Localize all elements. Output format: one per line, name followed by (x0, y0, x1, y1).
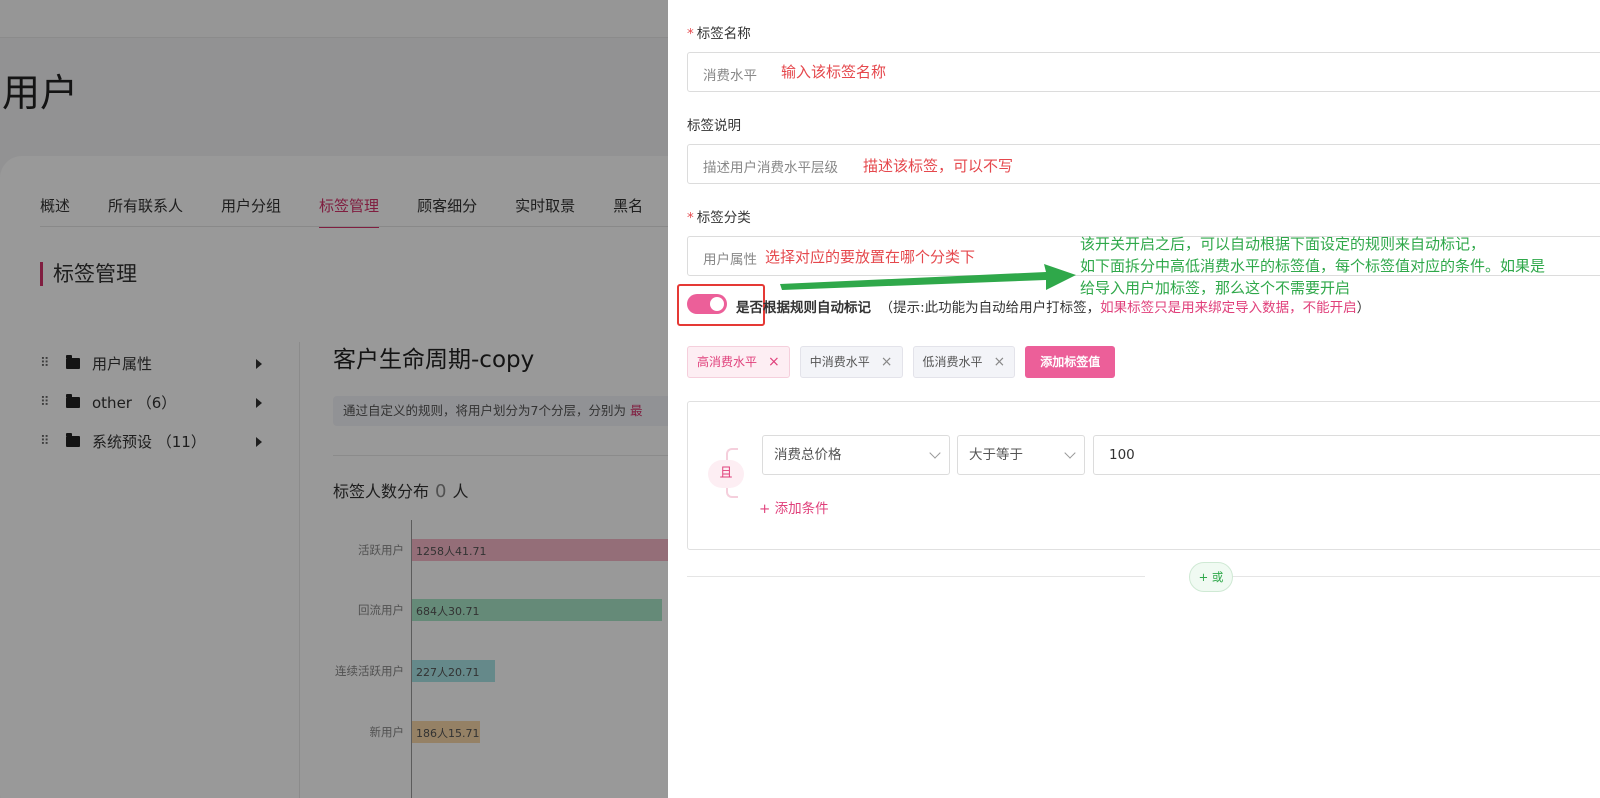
and-operator-badge[interactable]: 且 (708, 460, 744, 488)
condition-group: 且 消费总价格 大于等于 100 + 添加条件 (687, 401, 1600, 550)
toggle-hint-end: ） (1356, 300, 1371, 316)
auto-tag-annotation: 该开关开启之后，可以自动根据下面设定的规则来自动标记， 如下面拆分中高低消费水平… (1080, 233, 1545, 299)
tag-value-label: 低消费水平 (922, 355, 983, 369)
tag-category-value: 用户属性 (703, 252, 757, 268)
tag-category-label-text: 标签分类 (696, 210, 751, 226)
tag-desc-input[interactable]: 描述用户消费水平层级 (687, 144, 1600, 184)
tag-value-low[interactable]: 低消费水平 × (912, 346, 1016, 378)
condition-operator-select[interactable]: 大于等于 (957, 435, 1085, 475)
add-condition-button[interactable]: + 添加条件 (759, 497, 829, 517)
condition-field-select[interactable]: 消费总价格 (762, 435, 950, 475)
tag-name-value: 消费水平 (703, 68, 757, 84)
close-icon[interactable]: × (994, 347, 1006, 377)
tag-category-label: * 标签分类 (687, 206, 751, 226)
add-tag-value-button[interactable]: 添加标签值 (1025, 346, 1116, 378)
required-mark: * (687, 26, 694, 42)
toggle-hint-text: （提示:此功能为自动给用户打标签， (879, 300, 1101, 316)
condition-operator-value: 大于等于 (969, 447, 1023, 463)
tag-name-label: * 标签名称 (687, 22, 751, 42)
tag-desc-annotation: 描述该标签，可以不写 (863, 157, 1014, 175)
chevron-down-icon (1064, 447, 1076, 459)
add-or-group-button[interactable]: + 或 (1189, 562, 1233, 592)
tag-desc-value: 描述用户消费水平层级 (703, 160, 838, 176)
or-divider-right (1229, 576, 1600, 577)
required-mark: * (687, 210, 694, 226)
tag-value-label: 高消费水平 (697, 355, 758, 369)
condition-field-value: 消费总价格 (774, 447, 842, 463)
tag-desc-label: 标签说明 (687, 118, 741, 134)
edit-tag-drawer: * 标签名称 消费水平 输入该标签名称 标签说明 描述用户消费水平层级 描述该标签… (668, 0, 1600, 798)
chevron-down-icon (929, 447, 941, 459)
toggle-label-text: 是否根据规则自动标记 (736, 300, 871, 316)
modal-overlay[interactable] (0, 0, 668, 798)
condition-value-input[interactable]: 100 (1093, 435, 1600, 475)
annotation-arrow-icon (780, 264, 1076, 290)
tag-name-annotation: 输入该标签名称 (781, 63, 887, 81)
condition-value: 100 (1109, 447, 1135, 463)
tag-values-row: 高消费水平 × 中消费水平 × 低消费水平 × 添加标签值 (687, 346, 1116, 378)
tag-name-label-text: 标签名称 (696, 26, 751, 42)
or-divider-left (687, 576, 1145, 577)
close-icon[interactable]: × (881, 347, 893, 377)
toggle-hint-warning: 如果标签只是用来绑定导入数据，不能开启 (1100, 300, 1357, 316)
auto-tag-toggle-label: 是否根据规则自动标记 （提示:此功能为自动给用户打标签，如果标签只是用来绑定导入… (736, 296, 1370, 316)
tag-value-high[interactable]: 高消费水平 × (687, 346, 790, 378)
annotation-line: 如下面拆分中高低消费水平的标签值，每个标签值对应的条件。如果是 (1080, 257, 1546, 275)
close-icon[interactable]: × (768, 347, 780, 377)
annotation-line: 该开关开启之后，可以自动根据下面设定的规则来自动标记， (1080, 235, 1486, 253)
tag-value-label: 中消费水平 (809, 355, 870, 369)
tag-value-medium[interactable]: 中消费水平 × (799, 346, 903, 378)
